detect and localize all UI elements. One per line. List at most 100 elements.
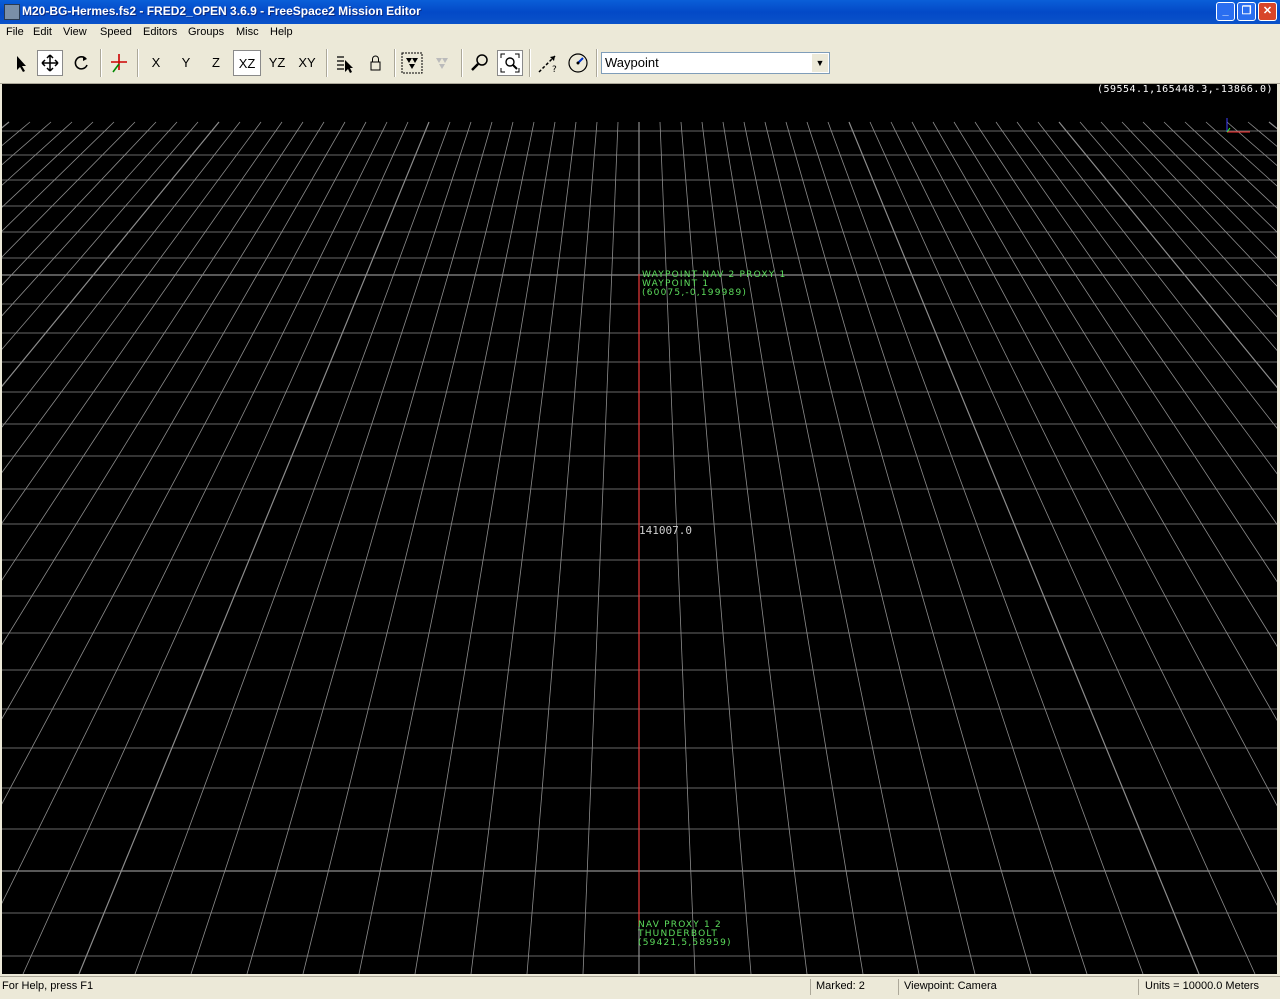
move-arrows-icon (41, 54, 59, 72)
menu-speed[interactable]: Speed (100, 26, 132, 38)
grid-line (1142, 121, 1277, 259)
status-units: Units = 10000.0 Meters (1145, 980, 1260, 992)
menu-file[interactable]: File (6, 26, 24, 38)
grid-line (953, 121, 1277, 647)
menu-editors[interactable]: Editors (143, 26, 177, 38)
distance-readout: 141007.0 (639, 524, 692, 537)
grid-line (2, 121, 283, 524)
lock-selection-button[interactable] (362, 50, 388, 76)
status-divider (898, 979, 899, 995)
grid-line (1121, 121, 1277, 287)
grid-line (722, 121, 864, 974)
grid-line (2, 121, 241, 428)
grid-line (995, 121, 1277, 526)
wing-disabled-icon (436, 58, 448, 69)
constrain-axis-button[interactable] (106, 50, 132, 76)
grid-line (1247, 121, 1277, 147)
move-tool-button[interactable] (37, 50, 63, 76)
grid-line (2, 121, 346, 720)
select-tool-button[interactable] (7, 50, 33, 76)
grid-line (22, 121, 409, 974)
grid-line (2, 121, 115, 232)
object-type-dropdown[interactable]: Waypoint ▼ (601, 52, 830, 74)
toolbar-separator (394, 49, 396, 77)
form-wing-button[interactable] (429, 50, 455, 76)
object-position-label: (60075,-0,199989) (642, 288, 748, 298)
mission-viewport[interactable]: (59554.1,165448.3,-13866.0) Waypoint Nav… (2, 84, 1277, 974)
grid-line (680, 121, 752, 974)
list-cursor-icon (337, 56, 353, 73)
constrain-z-button[interactable]: Z (203, 50, 229, 76)
grid-line (701, 121, 808, 974)
menu-view[interactable]: View (63, 26, 87, 38)
grid-line (2, 121, 10, 129)
grid-line (743, 121, 920, 974)
object-position-label: (59421,5,58959) (638, 938, 732, 948)
grid-line (974, 121, 1277, 583)
toolbar-separator (596, 49, 598, 77)
minimize-button[interactable]: _ (1216, 2, 1235, 21)
constrain-yz-button[interactable]: YZ (263, 50, 291, 76)
zoom-extents-icon (500, 53, 520, 73)
menu-help[interactable]: Help (270, 26, 293, 38)
title-bar: M20-BG-Hermes.fs2 - FRED2_OPEN 3.6.9 - F… (0, 0, 1280, 24)
grid-line (2, 121, 325, 646)
status-help-text: For Help, press F1 (2, 980, 94, 992)
select-wing-button[interactable] (399, 50, 425, 76)
grid-line (582, 121, 619, 974)
grid-line (848, 121, 1200, 974)
menu-misc[interactable]: Misc (236, 26, 259, 38)
rotate-tool-button[interactable] (68, 50, 94, 76)
constrain-y-button[interactable]: Y (173, 50, 199, 76)
show-distances-button[interactable]: ? (535, 50, 561, 76)
compass-icon (568, 53, 588, 73)
toolbar-separator (137, 49, 139, 77)
grid-line (526, 121, 598, 974)
app-icon (4, 4, 20, 20)
close-button[interactable]: ✕ (1258, 2, 1277, 21)
arrow-cursor-icon (17, 56, 26, 72)
maximize-button[interactable]: ❐ (1237, 2, 1256, 21)
toolbar-separator (461, 49, 463, 77)
grid-line (1037, 121, 1277, 429)
grid-line (1058, 121, 1277, 389)
toolbar-separator (100, 49, 102, 77)
grid-line (806, 121, 1088, 974)
grid-line (2, 121, 157, 286)
wing-formation-icon (401, 52, 423, 74)
grid-line (358, 121, 535, 974)
grid-line (890, 121, 1277, 906)
grid-line (1268, 121, 1277, 130)
grid-line (246, 121, 493, 974)
chevron-down-icon[interactable]: ▼ (812, 54, 828, 72)
axis-constraint-icon (111, 54, 127, 73)
grid-line (764, 121, 976, 974)
menu-edit[interactable]: Edit (33, 26, 52, 38)
zoom-button[interactable] (467, 50, 493, 76)
grid-line (2, 121, 367, 805)
menu-bar: File Edit View Speed Editors Groups Misc… (0, 24, 1280, 43)
grid-line (869, 121, 1256, 974)
grid-line (659, 121, 696, 974)
grid-line (2, 121, 94, 208)
grid-line (2, 121, 178, 317)
grid-line (2, 121, 136, 258)
grid-line (785, 121, 1032, 974)
zoom-extents-button[interactable] (497, 50, 523, 76)
grid-line (2, 121, 220, 388)
constrain-xz-button[interactable]: XZ (233, 50, 261, 76)
status-bar: For Help, press F1 Marked: 2 Viewpoint: … (0, 976, 1280, 999)
grid-line (932, 121, 1277, 721)
grid-line (2, 121, 304, 581)
grid-line (2, 121, 31, 147)
grid-line (827, 121, 1144, 974)
distance-icon: ? (538, 55, 557, 75)
select-list-button[interactable] (332, 50, 358, 76)
menu-groups[interactable]: Groups (188, 26, 224, 38)
constrain-x-button[interactable]: X (143, 50, 169, 76)
grid-line (2, 121, 388, 904)
grid-line (1184, 121, 1277, 209)
orbit-selected-button[interactable] (565, 50, 591, 76)
status-divider (810, 979, 811, 995)
constrain-xy-button[interactable]: XY (293, 50, 321, 76)
